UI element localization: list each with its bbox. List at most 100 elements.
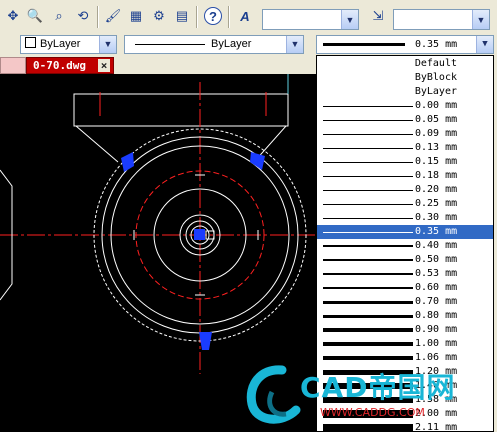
chevron-down-icon[interactable]: ▼: [476, 36, 493, 53]
lineweight-option[interactable]: 0.25 mm: [317, 197, 493, 211]
lineweight-option[interactable]: 0.80 mm: [317, 309, 493, 323]
lineweight-label: ByBlock: [414, 72, 457, 83]
grip-center[interactable]: [194, 229, 205, 240]
lineweight-label: Default: [414, 58, 457, 69]
lineweight-option[interactable]: 0.70 mm: [317, 295, 493, 309]
lineweight-option[interactable]: 0.90 mm: [317, 323, 493, 337]
linetype-preview: [135, 44, 205, 45]
lineweight-label: 0.15 mm: [415, 156, 458, 167]
pan-realtime-icon[interactable]: ✥: [4, 7, 22, 25]
zoom-window-icon[interactable]: ⌕: [50, 7, 68, 25]
tab-filename: 0-70.dwg: [33, 59, 86, 72]
lineweight-label: 0.35 mm: [415, 226, 458, 237]
document-tabbar: 0-70.dwg ×: [0, 56, 320, 74]
lineweight-label: 1.00 mm: [415, 338, 458, 349]
lineweight-sample: [323, 245, 413, 247]
lineweight-sample: [323, 218, 413, 219]
lineweight-sample: [323, 287, 413, 289]
lineweight-control[interactable]: 0.35 mm ▼: [316, 35, 494, 54]
lineweight-option[interactable]: Default: [317, 57, 493, 71]
help-icon[interactable]: ?: [204, 7, 222, 25]
lineweight-option[interactable]: 0.53 mm: [317, 267, 493, 281]
lineweight-value: 0.35 mm: [415, 39, 458, 50]
lineweight-option[interactable]: 0.35 mm: [317, 225, 493, 239]
lineweight-label: 0.20 mm: [415, 184, 458, 195]
tab-drawing[interactable]: 0-70.dwg ×: [26, 57, 114, 74]
lineweight-sample: [323, 190, 413, 191]
lineweight-label: 0.70 mm: [415, 296, 458, 307]
lineweight-option[interactable]: ByLayer: [317, 85, 493, 99]
lineweight-sample: [323, 315, 413, 318]
grip-arrow-left[interactable]: [121, 152, 134, 172]
lineweight-label: 0.80 mm: [415, 310, 458, 321]
linetype-value: ByLayer: [211, 38, 252, 50]
lineweight-label: 0.00 mm: [415, 100, 458, 111]
lineweight-sample: [323, 148, 413, 149]
lineweight-sample: [323, 134, 413, 135]
lineweight-sample: [323, 204, 413, 205]
lineweight-sample: [323, 120, 413, 121]
lineweight-sample: [323, 342, 413, 346]
lineweight-label: 0.40 mm: [415, 240, 458, 251]
standard-toolbar: ✥ 🔍 ⌕ ⟲ 🖌 ▦ ⚙ ▤ ? A ▼ ⇲ ▼: [0, 0, 497, 34]
tool-palettes-icon[interactable]: ⚙: [150, 7, 168, 25]
grip-arrow-bottom[interactable]: [199, 332, 212, 350]
lineweight-option[interactable]: 0.00 mm: [317, 99, 493, 113]
lineweight-sample: [323, 232, 413, 233]
lineweight-sample: [323, 301, 413, 304]
color-value: ByLayer: [40, 38, 81, 50]
chevron-down-icon[interactable]: ▼: [472, 10, 489, 29]
match-properties-icon[interactable]: 🖌: [104, 7, 122, 25]
color-control[interactable]: ByLayer ▼: [20, 35, 117, 54]
lineweight-label: 0.53 mm: [415, 268, 458, 279]
lineweight-option[interactable]: 0.15 mm: [317, 155, 493, 169]
lineweight-label: 0.09 mm: [415, 128, 458, 139]
lineweight-preview: [323, 43, 405, 46]
lineweight-label: 0.25 mm: [415, 198, 458, 209]
dim-style-icon[interactable]: ⇲: [369, 7, 387, 25]
lineweight-sample: [323, 328, 413, 332]
close-icon[interactable]: ×: [98, 59, 110, 72]
linetype-control[interactable]: ByLayer ▼: [124, 35, 304, 54]
lineweight-label: 0.60 mm: [415, 282, 458, 293]
lineweight-sample: [323, 176, 413, 177]
lineweight-option[interactable]: ByBlock: [317, 71, 493, 85]
text-style-combo[interactable]: ▼: [262, 9, 359, 30]
lineweight-label: 0.05 mm: [415, 114, 458, 125]
lineweight-label: 0.50 mm: [415, 254, 458, 265]
lineweight-option[interactable]: 0.50 mm: [317, 253, 493, 267]
lineweight-option[interactable]: 0.05 mm: [317, 113, 493, 127]
text-style-icon[interactable]: A: [236, 7, 254, 25]
lineweight-option[interactable]: 0.30 mm: [317, 211, 493, 225]
cad-rectangle: [73, 93, 289, 127]
lineweight-label: 0.13 mm: [415, 142, 458, 153]
lineweight-option[interactable]: 1.00 mm: [317, 337, 493, 351]
lineweight-label: ByLayer: [414, 86, 457, 97]
cad-line: [75, 125, 119, 163]
watermark-logo: CAD帝国网 WWW.CADDG.COM: [240, 360, 480, 432]
tab-previous[interactable]: [0, 57, 26, 74]
zoom-realtime-icon[interactable]: 🔍: [26, 7, 44, 25]
color-swatch: [25, 37, 36, 48]
design-center-icon[interactable]: ▦: [127, 7, 145, 25]
lineweight-sample: [323, 162, 413, 163]
chevron-down-icon[interactable]: ▼: [341, 10, 358, 29]
lineweight-option[interactable]: 0.40 mm: [317, 239, 493, 253]
lineweight-option[interactable]: 0.60 mm: [317, 281, 493, 295]
lineweight-option[interactable]: 0.20 mm: [317, 183, 493, 197]
sheet-set-icon[interactable]: ▤: [173, 7, 191, 25]
watermark-brand: CAD帝国网: [300, 371, 456, 404]
lineweight-label: 0.30 mm: [415, 212, 458, 223]
lineweight-option[interactable]: 0.09 mm: [317, 127, 493, 141]
lineweight-option[interactable]: 0.18 mm: [317, 169, 493, 183]
chevron-down-icon[interactable]: ▼: [286, 36, 303, 53]
chevron-down-icon[interactable]: ▼: [99, 36, 116, 53]
lineweight-sample: [323, 259, 413, 261]
dim-style-combo[interactable]: ▼: [393, 9, 490, 30]
lineweight-sample: [323, 273, 413, 275]
lineweight-option[interactable]: 0.13 mm: [317, 141, 493, 155]
lineweight-label: 0.18 mm: [415, 170, 458, 181]
properties-toolbar: ByLayer ▼ ByLayer ▼ 0.35 mm ▼: [0, 33, 497, 57]
zoom-previous-icon[interactable]: ⟲: [74, 7, 92, 25]
lineweight-label: 0.90 mm: [415, 324, 458, 335]
